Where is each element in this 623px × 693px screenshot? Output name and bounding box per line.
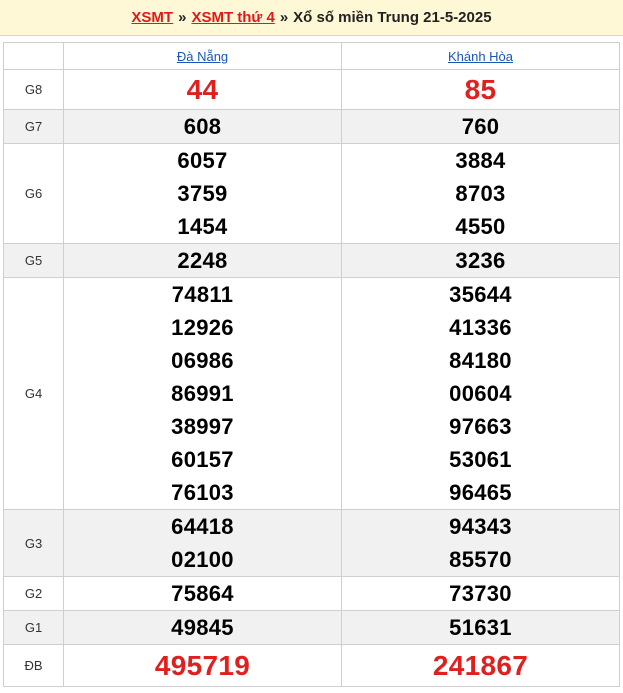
result-number: 760 — [461, 114, 500, 139]
prize-label: G3 — [3, 509, 64, 577]
result-cell: 35644 41336 84180 00604 97663 53061 9646… — [341, 277, 620, 510]
prize-row-g7: G7 608 760 — [3, 109, 620, 144]
prize-row-g3: G3 64418 02100 94343 85570 — [3, 509, 620, 577]
result-number: 64418 — [171, 514, 234, 539]
prize-row-g1: G1 49845 51631 — [3, 610, 620, 645]
result-number: 12926 — [171, 315, 234, 340]
page-title: Xổ số miền Trung 21-5-2025 — [293, 9, 492, 26]
result-cell: 51631 — [341, 610, 620, 645]
prize-label: G6 — [3, 143, 64, 244]
prize-label: G8 — [3, 69, 64, 110]
result-number: 06986 — [171, 348, 234, 373]
header-row: Đà Nẵng Khánh Hòa — [3, 42, 620, 70]
result-number: 6057 — [177, 148, 228, 173]
breadcrumb: XSMT » XSMT thứ 4 » Xổ số miền Trung 21-… — [0, 0, 623, 36]
result-cell: 94343 85570 — [341, 509, 620, 577]
result-number: 51631 — [449, 615, 512, 640]
prize-label: ĐB — [3, 644, 64, 687]
prize-row-g8: G8 44 85 — [3, 69, 620, 110]
result-number: 73730 — [449, 581, 512, 606]
result-number: 44 — [186, 73, 219, 105]
breadcrumb-separator: » — [178, 9, 187, 26]
prize-row-g4: G4 74811 12926 06986 86991 38997 60157 7… — [3, 277, 620, 510]
result-cell: 495719 — [63, 644, 342, 687]
result-number: 85570 — [449, 547, 512, 572]
result-number: 1454 — [177, 214, 228, 239]
results-table: Đà Nẵng Khánh Hòa G8 44 85 G7 608 760 G6… — [3, 42, 620, 687]
result-number: 02100 — [171, 547, 234, 572]
special-result-number: 495719 — [154, 649, 251, 681]
result-cell: 3884 8703 4550 — [341, 143, 620, 244]
breadcrumb-separator: » — [279, 9, 289, 26]
prize-label: G7 — [3, 109, 64, 144]
result-number: 35644 — [449, 282, 512, 307]
prize-label: G5 — [3, 243, 64, 278]
result-number: 38997 — [171, 414, 234, 439]
result-number: 74811 — [171, 282, 234, 307]
result-number: 76103 — [171, 480, 234, 505]
result-number: 00604 — [449, 381, 512, 406]
result-cell: 64418 02100 — [63, 509, 342, 577]
result-cell: 73730 — [341, 576, 620, 611]
result-number: 2248 — [177, 248, 228, 273]
result-number: 49845 — [171, 615, 234, 640]
result-number: 97663 — [449, 414, 512, 439]
result-number: 3759 — [177, 181, 228, 206]
prize-row-special: ĐB 495719 241867 — [3, 644, 620, 687]
result-number: 85 — [464, 73, 497, 105]
result-cell: 241867 — [341, 644, 620, 687]
result-number: 60157 — [171, 447, 234, 472]
breadcrumb-link-xsmt-thu-4[interactable]: XSMT thứ 4 — [191, 9, 274, 26]
breadcrumb-link-xsmt[interactable]: XSMT — [131, 9, 173, 26]
prize-label: G1 — [3, 610, 64, 645]
province-link-da-nang[interactable]: Đà Nẵng — [177, 49, 228, 64]
prize-row-g5: G5 2248 3236 — [3, 243, 620, 278]
province-header: Khánh Hòa — [341, 42, 620, 70]
result-cell: 6057 3759 1454 — [63, 143, 342, 244]
result-number: 3236 — [455, 248, 506, 273]
result-number: 608 — [183, 114, 222, 139]
result-number: 4550 — [455, 214, 506, 239]
result-number: 8703 — [455, 181, 506, 206]
province-link-khanh-hoa[interactable]: Khánh Hòa — [448, 49, 513, 64]
result-number: 84180 — [449, 348, 512, 373]
result-cell: 75864 — [63, 576, 342, 611]
result-cell: 2248 — [63, 243, 342, 278]
result-number: 75864 — [171, 581, 234, 606]
result-cell: 74811 12926 06986 86991 38997 60157 7610… — [63, 277, 342, 510]
prize-row-g2: G2 75864 73730 — [3, 576, 620, 611]
prize-label: G4 — [3, 277, 64, 510]
result-number: 94343 — [449, 514, 512, 539]
header-empty — [3, 42, 64, 70]
result-cell: 49845 — [63, 610, 342, 645]
prize-label: G2 — [3, 576, 64, 611]
result-cell: 44 — [63, 69, 342, 110]
result-cell: 3236 — [341, 243, 620, 278]
result-cell: 760 — [341, 109, 620, 144]
result-number: 53061 — [449, 447, 512, 472]
prize-row-g6: G6 6057 3759 1454 3884 8703 4550 — [3, 143, 620, 244]
result-number: 96465 — [449, 480, 512, 505]
result-number: 3884 — [455, 148, 506, 173]
result-number: 41336 — [449, 315, 512, 340]
result-cell: 85 — [341, 69, 620, 110]
result-number: 86991 — [171, 381, 234, 406]
result-cell: 608 — [63, 109, 342, 144]
province-header: Đà Nẵng — [63, 42, 342, 70]
special-result-number: 241867 — [432, 649, 529, 681]
